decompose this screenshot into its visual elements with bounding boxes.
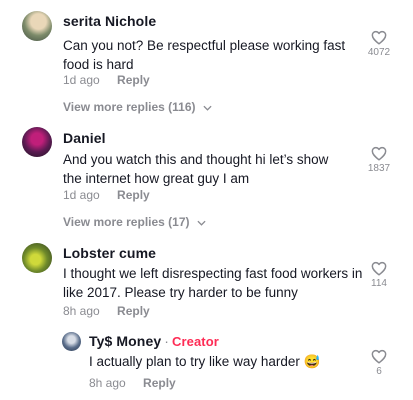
reply-username: Ty$ Money · Creator — [89, 333, 219, 349]
heart-outline-icon — [371, 30, 387, 45]
like-button[interactable]: 6 — [364, 349, 394, 377]
comment-timestamp: 1d ago — [63, 73, 100, 87]
comment-username[interactable]: Daniel — [63, 130, 106, 146]
reply-button[interactable]: Reply — [117, 73, 150, 87]
view-more-replies[interactable]: View more replies (116) — [63, 100, 212, 114]
separator-dot: · — [164, 333, 169, 349]
comment-text: Can you not? Be respectful please workin… — [63, 38, 346, 72]
reply-item: Ty$ Money · Creator I actually plan to try… — [0, 324, 413, 400]
avatar[interactable] — [22, 127, 52, 157]
like-count: 6 — [376, 366, 382, 377]
like-button[interactable]: 1837 — [364, 146, 394, 174]
avatar[interactable] — [22, 243, 52, 273]
comment-meta: 1d ago Reply — [63, 73, 150, 87]
chevron-down-icon — [203, 105, 212, 111]
reply-button[interactable]: Reply — [143, 376, 176, 390]
comment-meta: 8h ago Reply — [63, 304, 150, 318]
like-button[interactable]: 4072 — [364, 30, 394, 58]
comment-timestamp: 1d ago — [63, 188, 100, 202]
reply-timestamp: 8h ago — [89, 376, 126, 390]
like-count: 1837 — [367, 163, 391, 174]
comment-item: Daniel And you watch this and thought hi… — [0, 118, 413, 234]
comment-item: Lobster cume I thought we left disrespec… — [0, 234, 413, 324]
view-more-replies[interactable]: View more replies (17) — [63, 215, 206, 229]
heart-outline-icon — [371, 261, 387, 276]
creator-badge: Creator — [171, 334, 219, 349]
like-count: 114 — [371, 278, 387, 289]
view-more-label: View more replies (116) — [63, 100, 196, 114]
reply-button[interactable]: Reply — [117, 188, 150, 202]
comment-username[interactable]: serita Nichole — [63, 13, 156, 29]
comment-item: serita Nichole Can you not? Be respectfu… — [0, 0, 413, 118]
heart-outline-icon — [371, 349, 387, 364]
creator-username[interactable]: Ty$ Money — [89, 333, 161, 349]
like-button[interactable]: 114 — [364, 261, 394, 289]
like-count: 4072 — [367, 47, 391, 58]
chevron-down-icon — [197, 220, 206, 226]
avatar[interactable] — [22, 11, 52, 41]
comment-text: I thought we left disrespecting fast foo… — [63, 266, 363, 300]
heart-outline-icon — [371, 146, 387, 161]
comment-timestamp: 8h ago — [63, 304, 100, 318]
reply-text: I actually plan to try like way harder 😅 — [89, 354, 321, 369]
comment-text: And you watch this and thought hi let’s … — [63, 152, 329, 186]
reply-button[interactable]: Reply — [117, 304, 150, 318]
reply-meta: 8h ago Reply — [89, 376, 176, 390]
view-more-label: View more replies (17) — [63, 215, 190, 229]
comment-meta: 1d ago Reply — [63, 188, 150, 202]
avatar[interactable] — [62, 332, 81, 351]
comment-username[interactable]: Lobster cume — [63, 245, 156, 261]
